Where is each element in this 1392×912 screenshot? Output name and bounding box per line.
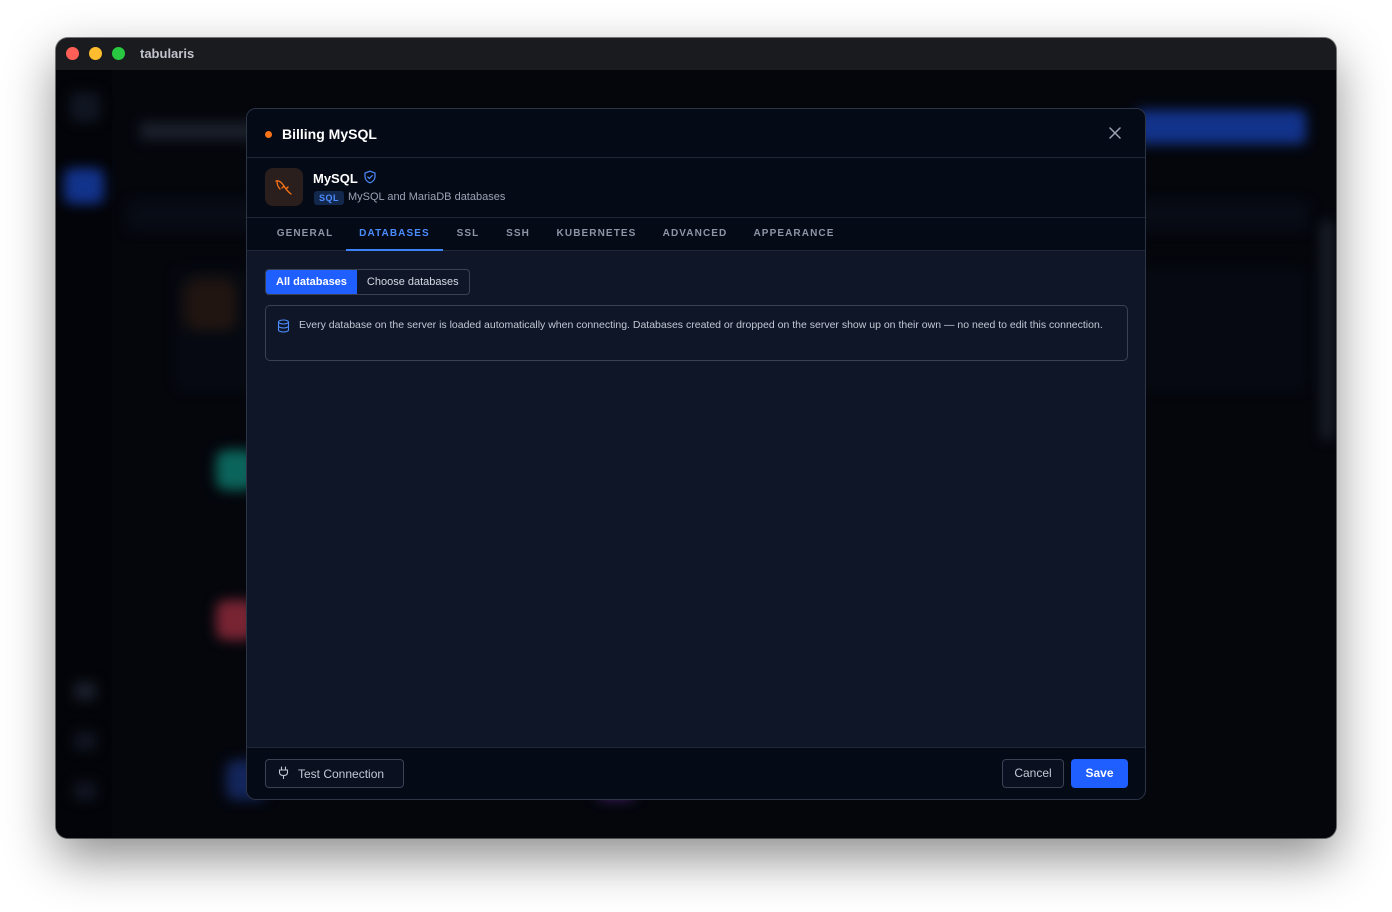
modal-footer: Test Connection Cancel Save <box>247 747 1145 799</box>
connection-status-dot <box>265 131 272 138</box>
database-icon <box>277 319 290 338</box>
modal-tabs: GENERAL DATABASES SSL SSH KUBERNETES ADV… <box>247 218 1145 251</box>
maximize-window-button[interactable] <box>112 47 125 60</box>
tab-advanced[interactable]: ADVANCED <box>654 218 736 251</box>
tab-databases[interactable]: DATABASES <box>346 218 443 251</box>
modal-title: Billing MySQL <box>282 126 377 142</box>
cancel-button[interactable]: Cancel <box>1002 759 1064 788</box>
mysql-dolphin-icon <box>265 168 303 206</box>
test-connection-label: Test Connection <box>298 766 385 781</box>
connection-modal: Billing MySQL MySQL SQL MySQL and MariaD… <box>246 108 1146 800</box>
tab-kubernetes[interactable]: KUBERNETES <box>549 218 644 251</box>
title-bar: tabularis <box>56 38 1336 70</box>
tab-ssl[interactable]: SSL <box>448 218 488 251</box>
tab-appearance[interactable]: APPEARANCE <box>746 218 842 251</box>
database-mode-toggle: All databases Choose databases <box>265 269 470 295</box>
driver-info: MySQL SQL MySQL and MariaDB databases <box>247 158 1145 218</box>
shield-check-icon <box>363 170 377 189</box>
test-connection-button[interactable]: Test Connection <box>265 759 404 788</box>
minimize-window-button[interactable] <box>89 47 102 60</box>
driver-type-badge: SQL <box>314 191 345 205</box>
save-button[interactable]: Save <box>1071 759 1128 788</box>
window-title: tabularis <box>140 46 195 61</box>
app-window: tabularis Billing MySQL MySQL SQL MySQL … <box>56 38 1336 838</box>
tab-ssh[interactable]: SSH <box>497 218 539 251</box>
driver-name: MySQL <box>313 171 358 186</box>
choose-databases-option[interactable]: Choose databases <box>357 270 469 294</box>
plug-icon <box>278 765 289 782</box>
info-box: Every database on the server is loaded a… <box>265 305 1128 361</box>
tab-general[interactable]: GENERAL <box>265 218 345 251</box>
all-databases-option[interactable]: All databases <box>266 270 357 294</box>
close-window-button[interactable] <box>66 47 79 60</box>
modal-header: Billing MySQL <box>247 109 1145 158</box>
close-icon[interactable] <box>1107 125 1123 141</box>
info-text: Every database on the server is loaded a… <box>299 319 1103 331</box>
driver-description: MySQL and MariaDB databases <box>348 191 506 203</box>
